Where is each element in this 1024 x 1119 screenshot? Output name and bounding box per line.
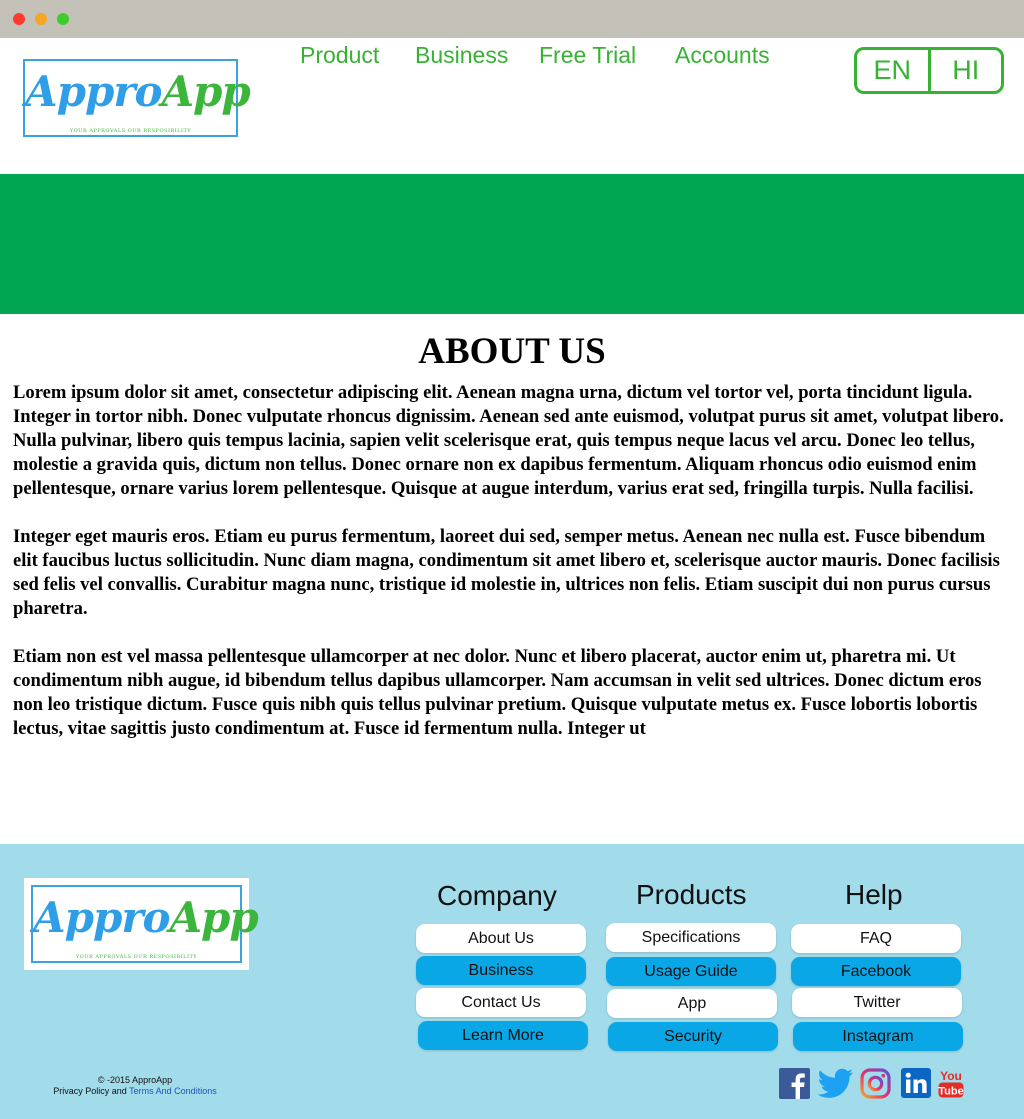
footer-link-about-us[interactable]: About Us — [416, 924, 586, 953]
footer-link-specifications[interactable]: Specifications — [606, 923, 776, 952]
nav-accounts[interactable]: Accounts — [675, 42, 770, 69]
about-text: Lorem ipsum dolor sit amet, consectetur … — [13, 381, 1013, 741]
language-hi-button[interactable]: HI — [927, 50, 1002, 91]
footer-link-usage-guide[interactable]: Usage Guide — [606, 957, 776, 986]
footer-logo[interactable]: ApproApp YOUR APPROVALS OUR RESPOSIBILIT… — [31, 885, 259, 963]
logo-wordmark: ApproApp — [33, 893, 259, 942]
youtube-icon[interactable]: You Tube — [938, 1068, 964, 1100]
about-paragraph: Etiam non est vel massa pellentesque ull… — [13, 646, 982, 739]
footer-link-business[interactable]: Business — [416, 956, 586, 985]
minimize-window-button[interactable] — [35, 13, 47, 25]
svg-text:You: You — [940, 1069, 962, 1083]
footer-link-twitter[interactable]: Twitter — [792, 988, 962, 1017]
footer-link-facebook[interactable]: Facebook — [791, 957, 961, 986]
logo-tagline: YOUR APPROVALS OUR RESPOSIBILITY — [75, 954, 198, 960]
footer-link-app[interactable]: App — [607, 989, 777, 1018]
language-switcher: EN HI — [854, 47, 1004, 94]
nav-business[interactable]: Business — [415, 42, 508, 69]
logo-wordmark: ApproApp — [25, 67, 251, 116]
footer-heading-company: Company — [437, 880, 557, 911]
hero-banner — [0, 174, 1024, 314]
terms-link[interactable]: Terms And Conditions — [129, 1086, 217, 1096]
language-en-button[interactable]: EN — [857, 50, 928, 91]
nav-product[interactable]: Product — [300, 42, 379, 69]
logo-tagline: YOUR APPROVALS OUR RESPOSIBILITY — [69, 128, 192, 134]
about-paragraph: Lorem ipsum dolor sit amet, consectetur … — [13, 382, 1004, 499]
footer-link-security[interactable]: Security — [608, 1022, 778, 1051]
facebook-icon[interactable] — [779, 1068, 810, 1100]
nav-free-trial[interactable]: Free Trial — [539, 42, 636, 69]
copyright-text: © -2015 ApproApp — [97, 1075, 173, 1085]
legal-line: Privacy Policy and Terms And Conditions — [50, 1086, 220, 1097]
footer-link-faq[interactable]: FAQ — [791, 924, 961, 953]
footer-logo-frame: ApproApp YOUR APPROVALS OUR RESPOSIBILIT… — [24, 878, 259, 970]
footer-link-learn-more[interactable]: Learn More — [418, 1021, 588, 1050]
header-logo[interactable]: ApproApp YOUR APPROVALS OUR RESPOSIBILIT… — [23, 59, 251, 137]
linkedin-icon[interactable] — [901, 1068, 931, 1100]
legal-prefix: Privacy Policy and — [53, 1086, 127, 1096]
footer-link-contact-us[interactable]: Contact Us — [416, 988, 586, 1017]
about-paragraph: Integer eget mauris eros. Etiam eu purus… — [13, 526, 1000, 619]
window-titlebar — [0, 0, 1024, 38]
footer-heading-help: Help — [845, 879, 903, 910]
svg-text:Tube: Tube — [938, 1086, 963, 1098]
twitter-icon[interactable] — [818, 1068, 854, 1100]
copyright-notice: © -2015 ApproApp Privacy Policy and Term… — [50, 1075, 220, 1097]
close-window-button[interactable] — [13, 13, 25, 25]
instagram-icon[interactable] — [860, 1068, 891, 1100]
page-title: ABOUT US — [418, 331, 606, 372]
footer-link-instagram[interactable]: Instagram — [793, 1022, 963, 1051]
footer-heading-products: Products — [636, 879, 747, 910]
maximize-window-button[interactable] — [57, 13, 69, 25]
